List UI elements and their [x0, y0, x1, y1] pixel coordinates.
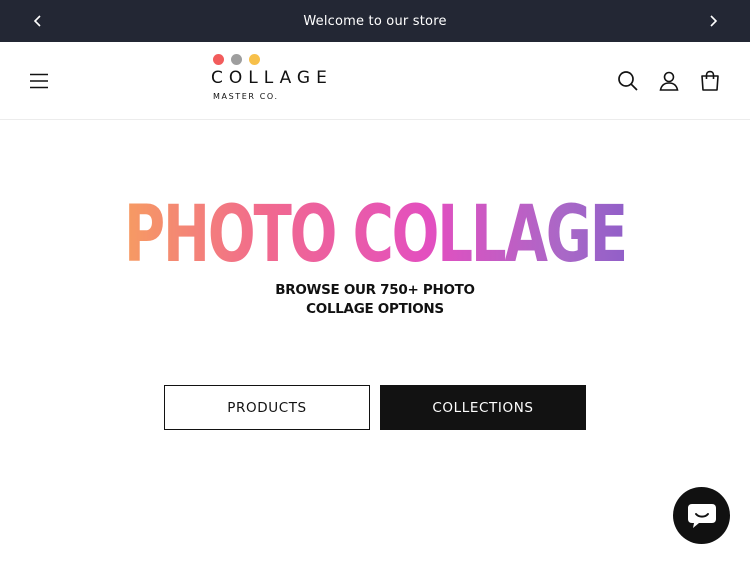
- menu-button[interactable]: [28, 70, 50, 92]
- account-button[interactable]: [657, 69, 681, 93]
- chevron-left-icon: [33, 15, 41, 27]
- hero-subtitle-line-2: COLLAGE OPTIONS: [306, 300, 444, 317]
- chevron-right-icon: [710, 15, 718, 27]
- logo-dots: [213, 54, 260, 65]
- hamburger-menu-icon: [30, 73, 48, 89]
- chat-bubble-icon: [687, 503, 716, 528]
- store-logo[interactable]: COLLAGE MASTER CO.: [210, 52, 350, 108]
- search-icon: [618, 71, 638, 91]
- logo-dot-red: [213, 54, 224, 65]
- cart-button[interactable]: [698, 69, 722, 93]
- search-button[interactable]: [616, 69, 640, 93]
- announcement-bar: Welcome to our store: [0, 0, 750, 42]
- announcement-next-button[interactable]: [703, 11, 723, 31]
- hero-subtitle: BROWSE OUR 750+ PHOTO COLLAGE OPTIONS: [0, 281, 750, 318]
- products-button[interactable]: PRODUCTS: [164, 385, 370, 430]
- logo-tagline: MASTER CO.: [213, 92, 279, 101]
- logo-name: COLLAGE: [211, 68, 333, 88]
- chat-button[interactable]: [673, 487, 730, 544]
- site-header: COLLAGE MASTER CO.: [0, 42, 750, 120]
- logo-dot-yellow: [249, 54, 260, 65]
- hero-title: PHOTO COLLAGE: [105, 190, 645, 280]
- hero-subtitle-line-1: BROWSE OUR 750+ PHOTO: [275, 282, 475, 298]
- announcement-message: Welcome to our store: [303, 13, 447, 29]
- announcement-prev-button[interactable]: [28, 11, 48, 31]
- account-icon: [659, 71, 679, 91]
- collections-button[interactable]: COLLECTIONS: [380, 385, 586, 430]
- cart-icon: [701, 70, 719, 91]
- logo-dot-gray: [231, 54, 242, 65]
